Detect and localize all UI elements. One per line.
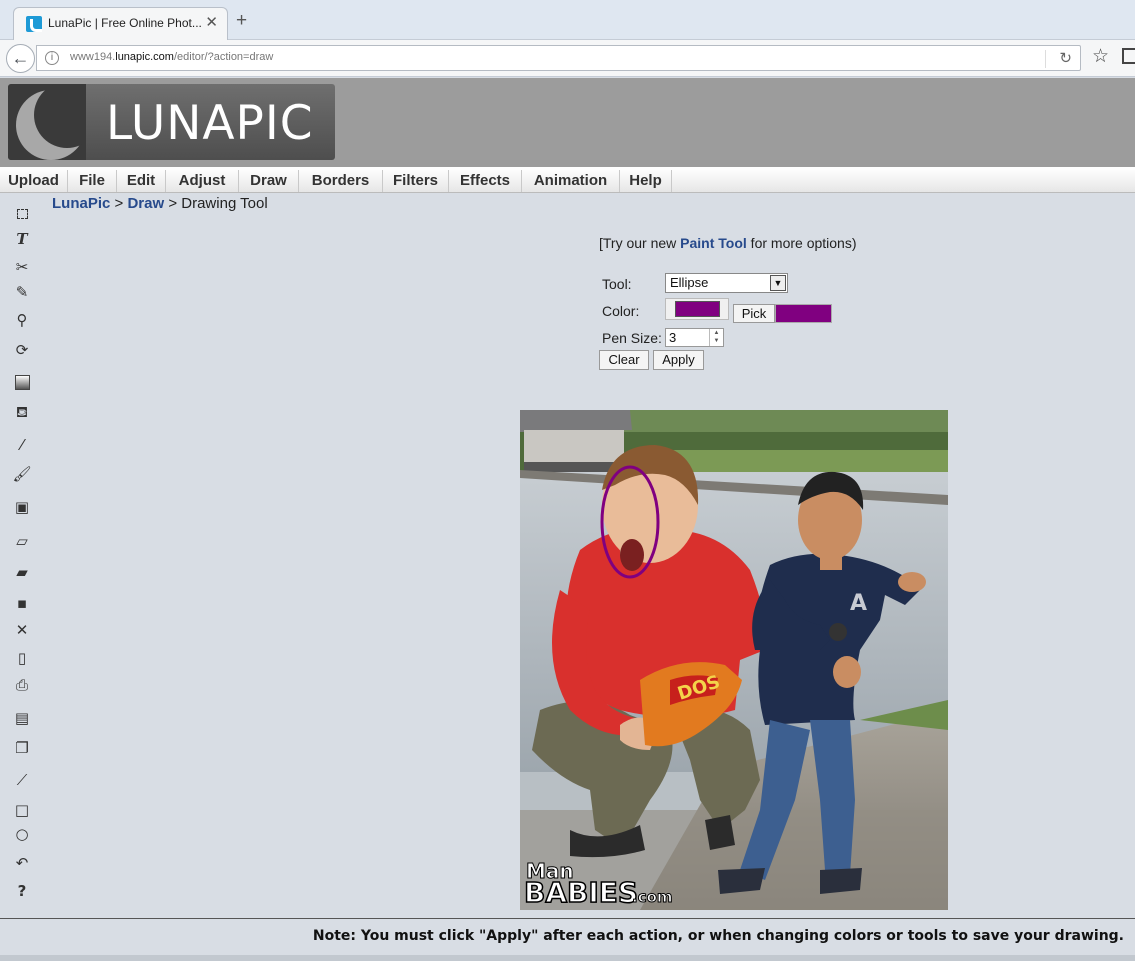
edited-photo[interactable]: DOS A Man BABIES .com: [520, 410, 948, 910]
footer-divider: [0, 918, 1135, 919]
menu-upload[interactable]: Upload: [0, 170, 68, 192]
main-menu: Upload File Edit Adjust Draw Borders Fil…: [0, 170, 1135, 193]
open-folder-icon[interactable]: ▰: [11, 561, 33, 583]
copy-icon[interactable]: ❐: [11, 737, 33, 759]
bottom-strip: [0, 955, 1135, 961]
breadcrumb-home-link[interactable]: LunaPic: [52, 195, 110, 212]
tool-select[interactable]: Ellipse ▼: [665, 273, 788, 293]
promo-text: [Try our new: [599, 235, 681, 251]
svg-text:A: A: [850, 591, 867, 616]
browser-tab[interactable]: LunaPic | Free Online Phot... ✕: [13, 7, 228, 40]
new-tab-icon[interactable]: +: [236, 10, 247, 32]
url-divider: [1045, 50, 1046, 68]
menu-borders[interactable]: Borders: [299, 170, 383, 192]
zoom-icon[interactable]: ⚲: [11, 309, 33, 331]
apply-button[interactable]: Apply: [653, 350, 704, 370]
watermark-dotcom: .com: [632, 888, 673, 906]
menu-file[interactable]: File: [68, 170, 117, 192]
close-tab-icon[interactable]: ✕: [205, 13, 218, 31]
menu-effects[interactable]: Effects: [449, 170, 522, 192]
breadcrumb: LunaPic > Draw > Drawing Tool: [52, 195, 268, 212]
eraser-icon[interactable]: ▱: [11, 530, 33, 552]
scissors-icon[interactable]: ✂: [11, 256, 33, 278]
reading-list-icon[interactable]: [1122, 48, 1135, 64]
pen-size-stepper[interactable]: ▲ ▼: [709, 329, 723, 346]
line-icon[interactable]: ⟋: [11, 769, 33, 791]
moon-logo-icon: [8, 84, 86, 160]
browser-tab-bar: LunaPic | Free Online Phot... ✕ +: [0, 0, 1135, 40]
tool-select-value: Ellipse: [670, 275, 709, 290]
picked-color-swatch: [775, 304, 832, 323]
layers-icon[interactable]: ▣: [11, 496, 33, 518]
close-icon[interactable]: ✕: [11, 619, 33, 641]
paint-tool-link[interactable]: Paint Tool: [680, 235, 747, 251]
undo-icon[interactable]: ↶: [11, 852, 33, 874]
back-arrow-icon[interactable]: ←: [6, 44, 35, 73]
menu-filters[interactable]: Filters: [383, 170, 449, 192]
tool-label: Tool:: [602, 276, 632, 292]
menu-adjust[interactable]: Adjust: [166, 170, 239, 192]
pen-size-label: Pen Size:: [602, 330, 662, 346]
site-header: LUNAPIC: [0, 78, 1135, 167]
promo-text-end: for more options): [746, 235, 857, 251]
breadcrumb-separator: >: [164, 195, 182, 212]
fill-bucket-icon[interactable]: ⛾: [11, 401, 33, 423]
pick-button[interactable]: Pick: [733, 304, 775, 323]
breadcrumb-draw-link[interactable]: Draw: [127, 195, 164, 212]
browser-nav-bar: ← i www194.lunapic.com/editor/?action=dr…: [0, 40, 1135, 77]
menu-help[interactable]: Help: [620, 170, 672, 192]
clear-button[interactable]: Clear: [599, 350, 649, 370]
rotate-icon[interactable]: ⟳: [11, 339, 33, 361]
breadcrumb-separator: >: [110, 195, 128, 212]
bookmark-star-icon[interactable]: ☆: [1092, 45, 1109, 68]
site-info-icon[interactable]: i: [45, 51, 59, 65]
watermark-babies: BABIES: [524, 876, 638, 909]
reload-icon[interactable]: ↻: [1059, 49, 1072, 67]
pen-size-value: 3: [669, 330, 677, 345]
menu-edit[interactable]: Edit: [117, 170, 166, 192]
rectangle-icon[interactable]: □: [11, 799, 33, 821]
apply-reminder-note: Note: You must click "Apply" after each …: [312, 928, 1124, 944]
image-canvas[interactable]: DOS A Man BABIES .com: [520, 410, 948, 910]
circle-icon[interactable]: ○: [11, 823, 33, 845]
lunapic-logo[interactable]: LUNAPIC: [8, 84, 335, 160]
pen-size-input[interactable]: 3 ▲ ▼: [665, 328, 724, 347]
tab-title: LunaPic | Free Online Phot...: [48, 16, 202, 30]
help-icon[interactable]: ?: [11, 880, 33, 902]
url-text: www194.lunapic.com/editor/?action=draw: [70, 51, 274, 63]
color-label: Color:: [602, 303, 640, 319]
eyedropper-icon[interactable]: ⁄: [11, 434, 33, 456]
menu-animation[interactable]: Animation: [522, 170, 620, 192]
gradient-icon[interactable]: [11, 372, 33, 394]
pencil-icon[interactable]: ✎: [11, 281, 33, 303]
print-icon[interactable]: ⎙: [11, 674, 33, 696]
dropdown-arrow-icon[interactable]: ▼: [770, 275, 786, 291]
color-picker-button[interactable]: [665, 298, 729, 320]
brush-icon[interactable]: 🖌: [11, 463, 33, 485]
paint-tool-promo: [Try our new Paint Tool for more options…: [599, 235, 857, 251]
logo-text: LUNAPIC: [106, 96, 314, 151]
new-page-icon[interactable]: ▯: [11, 647, 33, 669]
save-icon[interactable]: ▪: [11, 592, 33, 614]
current-color-swatch: [675, 301, 720, 317]
address-bar[interactable]: i www194.lunapic.com/editor/?action=draw…: [36, 45, 1081, 71]
paste-icon[interactable]: ▤: [11, 707, 33, 729]
text-icon[interactable]: T: [11, 228, 33, 250]
select-icon[interactable]: [11, 203, 33, 225]
breadcrumb-current: Drawing Tool: [181, 195, 268, 212]
menu-draw[interactable]: Draw: [239, 170, 299, 192]
lunapic-favicon-icon: [26, 16, 42, 32]
